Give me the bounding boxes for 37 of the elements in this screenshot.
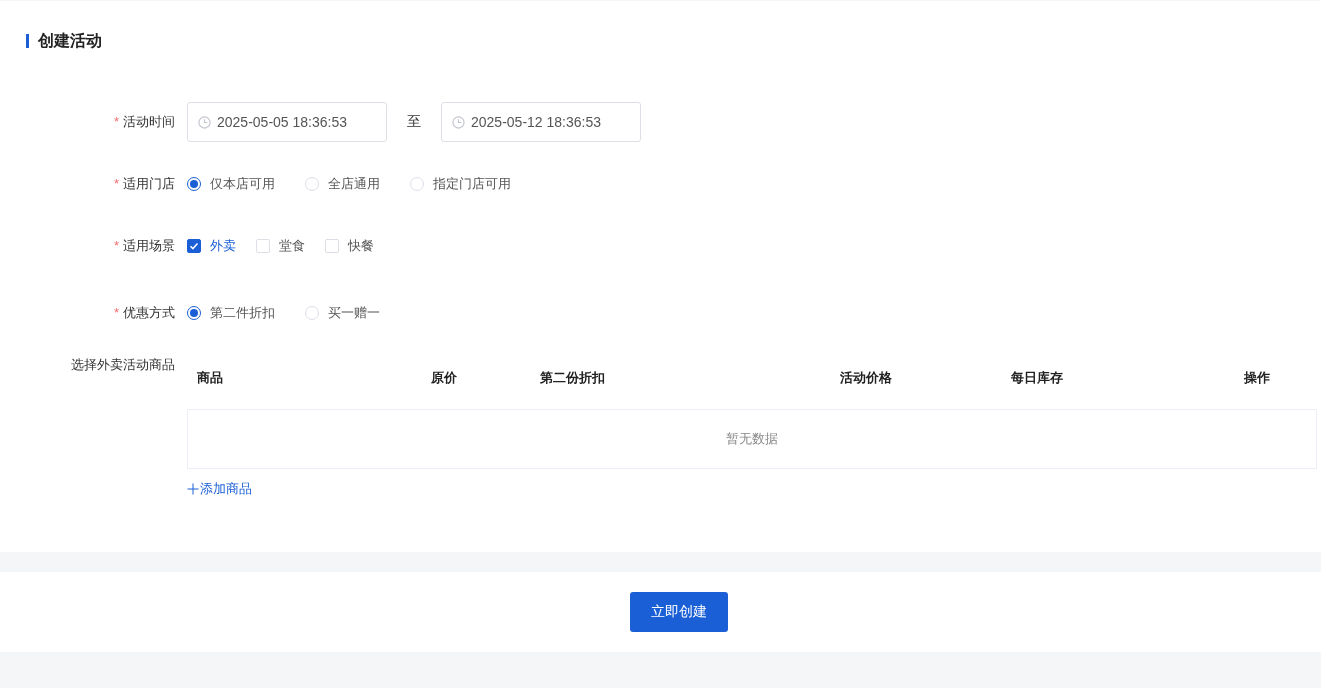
column-header: 活动价格: [839, 369, 893, 387]
option-label: 外卖: [210, 237, 236, 255]
option-label: 快餐: [348, 237, 374, 255]
clock-icon: [198, 115, 211, 129]
option-label: 全店通用: [328, 175, 380, 193]
range-separator: 至: [406, 113, 422, 131]
clock-icon: [452, 115, 465, 129]
empty-text: 暂无数据: [726, 430, 778, 448]
column-header: 每日库存: [1010, 369, 1064, 387]
required-mark: *: [113, 238, 119, 253]
field-label: 适用场景: [123, 238, 175, 253]
column-header: 第二份折扣: [539, 369, 606, 387]
field-label: 适用门店: [123, 176, 175, 191]
title-accent-bar: [26, 34, 29, 48]
option-label: 买一赠一: [328, 304, 380, 322]
radio-button[interactable]: [187, 306, 201, 320]
option-label: 指定门店可用: [433, 175, 511, 193]
date-time-field[interactable]: 2025-05-05 18:36:53: [187, 102, 387, 142]
required-mark: *: [113, 305, 119, 320]
date-time-field[interactable]: 2025-05-12 18:36:53: [441, 102, 641, 142]
add-goods-link[interactable]: 添加商品: [187, 479, 252, 499]
plus-icon: [187, 483, 199, 495]
radio-button[interactable]: [187, 177, 201, 191]
column-header: 商品: [196, 369, 224, 387]
section-title: 创建活动: [38, 30, 102, 51]
required-mark: *: [113, 176, 119, 191]
checkbox[interactable]: [187, 239, 201, 253]
option-label: 仅本店可用: [210, 175, 275, 193]
option-label: 堂食: [279, 237, 305, 255]
column-header: 原价: [430, 369, 458, 387]
column-header: 操作: [1243, 369, 1271, 387]
option-label: 第二件折扣: [210, 304, 275, 322]
field-label: 活动时间: [123, 114, 175, 129]
field-label: 选择外卖活动商品: [71, 357, 175, 372]
create-button[interactable]: 立即创建: [630, 592, 728, 632]
required-mark: *: [113, 114, 119, 129]
field-label: 优惠方式: [123, 305, 175, 320]
